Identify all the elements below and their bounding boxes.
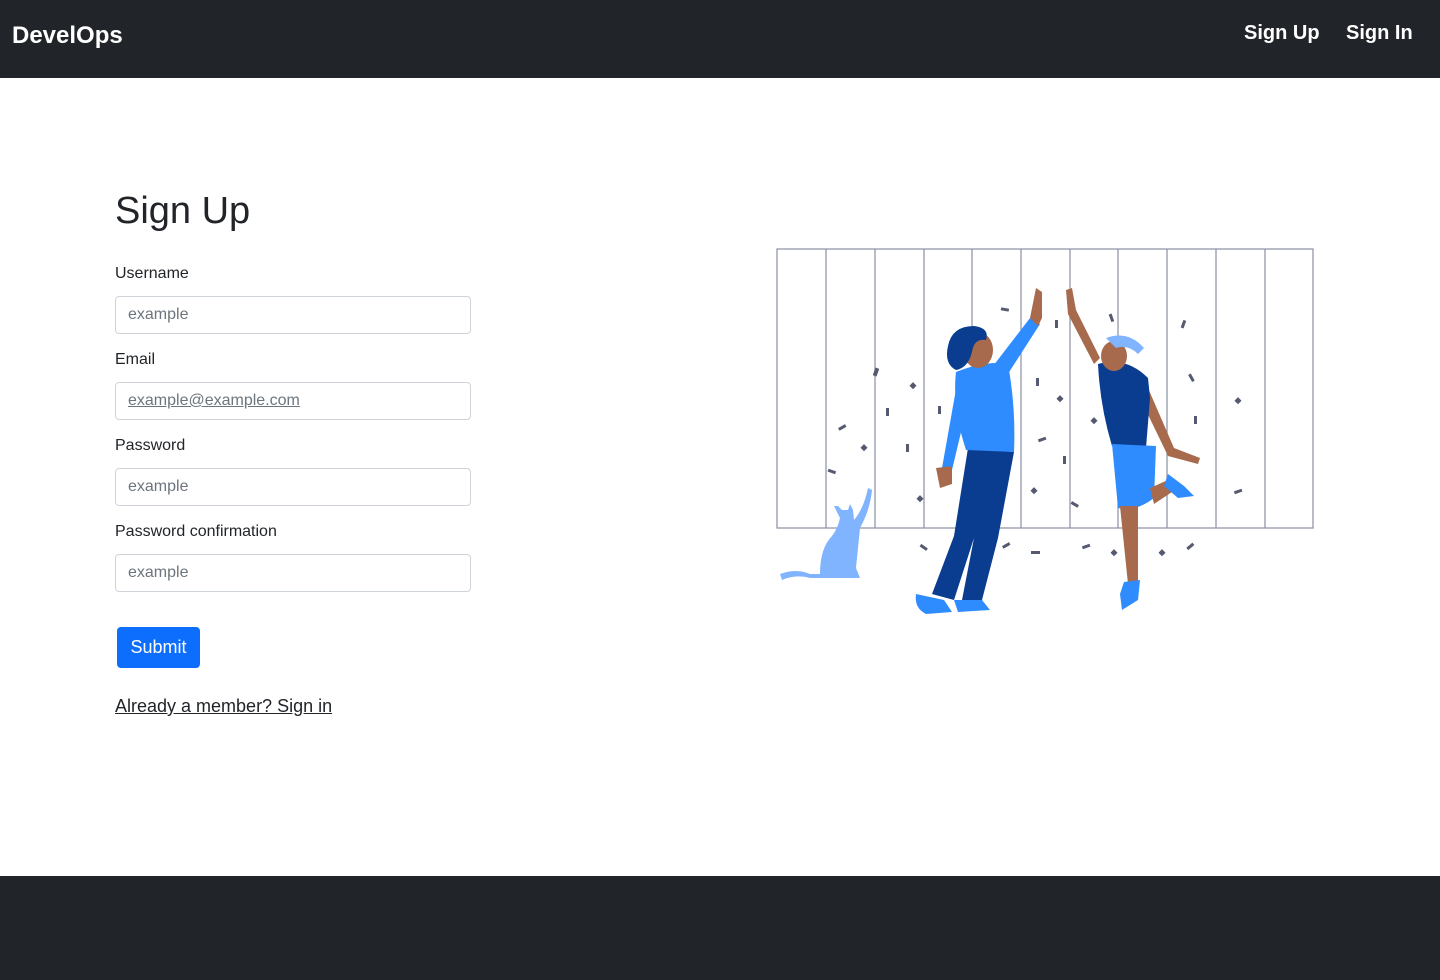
email-label: Email [115, 351, 156, 368]
navbar: DevelOps Sign Up Sign In [0, 0, 1440, 78]
woman-figure [1066, 288, 1200, 610]
already-member-sign-in-link[interactable]: Already a member? Sign in [115, 696, 332, 717]
password-confirmation-label: Password confirmation [115, 523, 277, 540]
page-title: Sign Up [115, 190, 251, 232]
nav-sign-in-link[interactable]: Sign In [1346, 22, 1413, 45]
password-input[interactable] [115, 468, 471, 506]
password-confirmation-input[interactable] [115, 554, 471, 592]
confetti [827, 307, 1243, 557]
footer [0, 876, 1440, 980]
high-five-illustration [776, 248, 1314, 614]
man-figure [915, 288, 1042, 614]
submit-button[interactable]: Submit [117, 627, 200, 668]
wall-panels [776, 248, 1314, 529]
password-label: Password [115, 437, 186, 454]
username-input[interactable] [115, 296, 471, 334]
username-label: Username [115, 265, 189, 282]
main-content: Sign Up Username Email Password Password… [0, 78, 1440, 876]
email-input[interactable] [115, 382, 471, 420]
nav-sign-up-link[interactable]: Sign Up [1244, 22, 1320, 45]
brand-logo[interactable]: DevelOps [12, 22, 123, 50]
